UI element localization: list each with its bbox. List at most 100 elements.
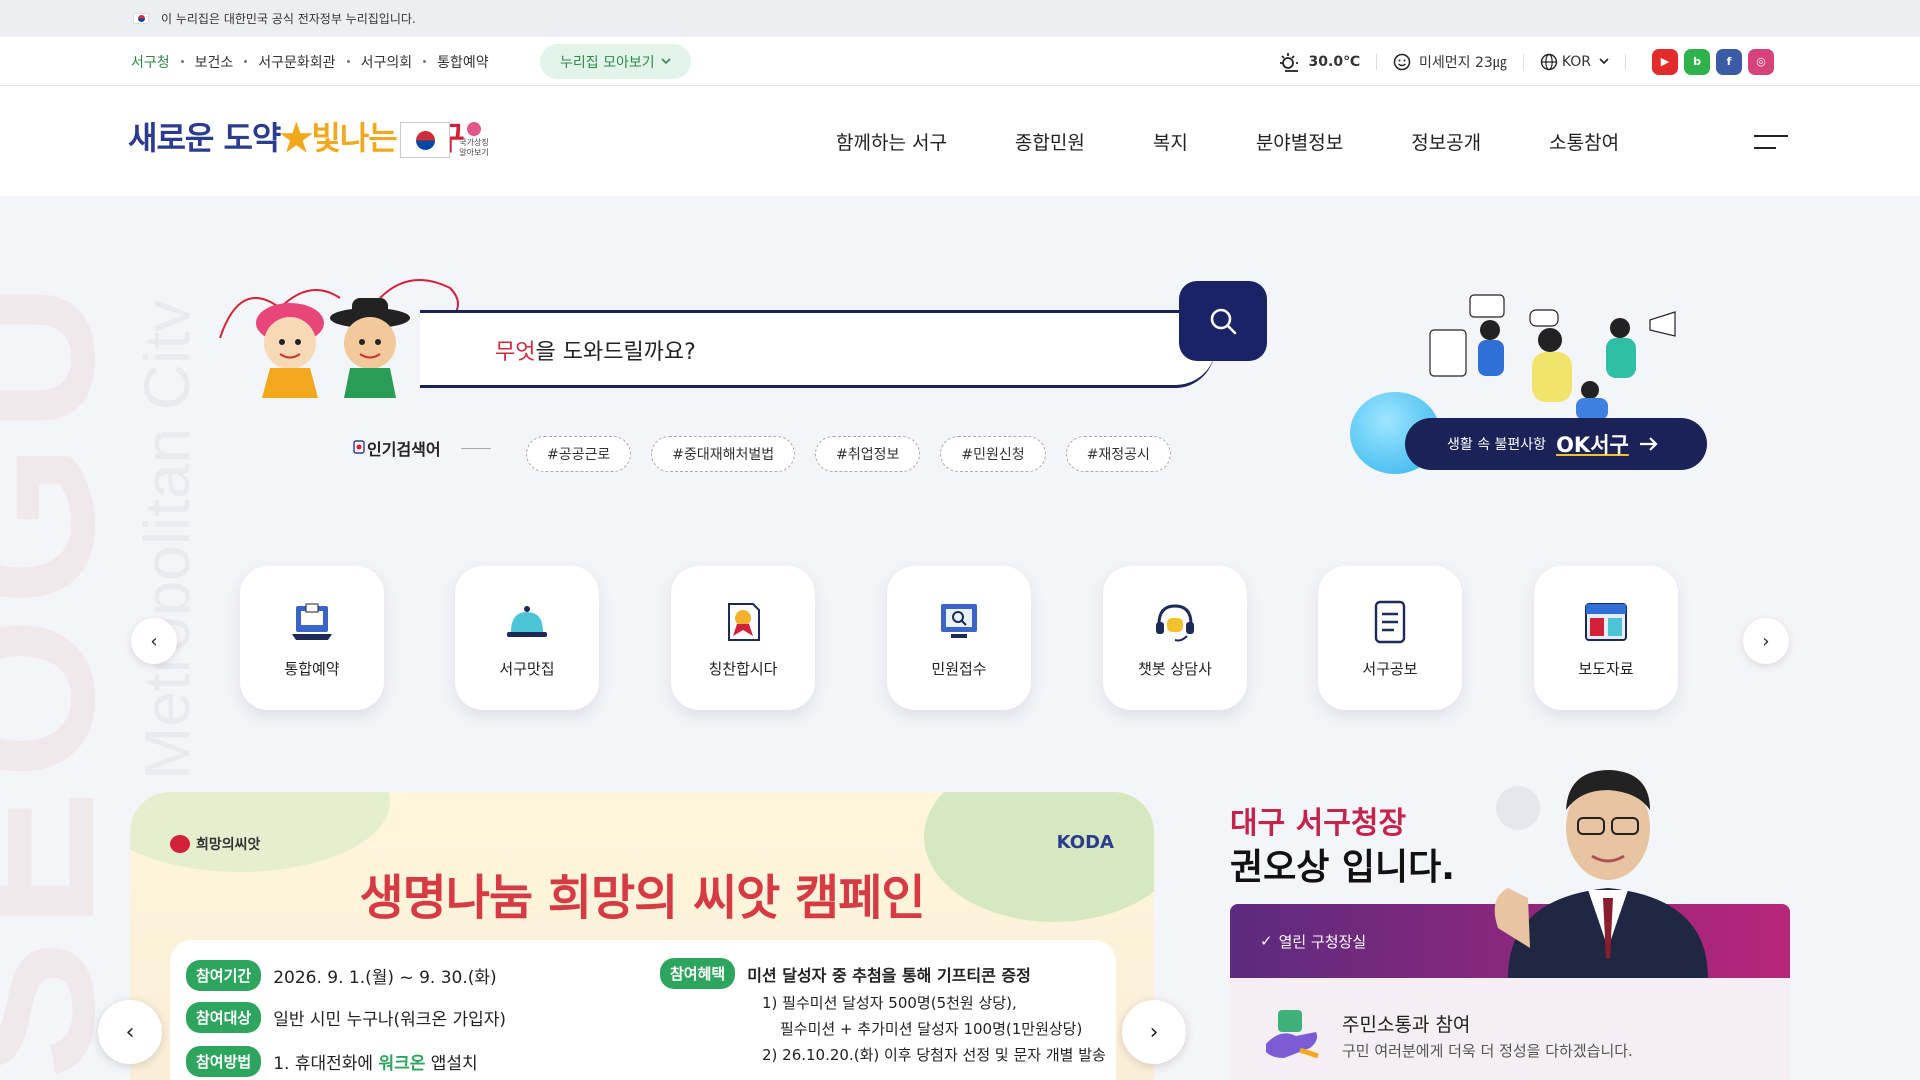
facebook-icon[interactable]: f — [1716, 48, 1742, 75]
nav-field-info[interactable]: 분야별정보 — [1256, 128, 1343, 155]
quick-menu-label: 챗봇 상담사 — [1138, 659, 1212, 678]
mayor-portrait — [1494, 770, 1708, 978]
target-text: 일반 시민 누구나(워크온 가입자) — [273, 1010, 506, 1030]
smile-face-icon — [1393, 53, 1411, 70]
watermark-seogu: SEOGU — [0, 271, 138, 1080]
divider — [1522, 53, 1524, 70]
quick-menu-label: 서구맛집 — [499, 659, 555, 678]
divider — [1625, 53, 1626, 70]
utility-right: 30.0℃ 미세먼지 23㎍ KOR ▶ b f ◎ — [1277, 37, 1774, 86]
chevron-left-icon: ‹ — [125, 1019, 135, 1045]
nav-info-disclosure[interactable]: 정보공개 — [1411, 128, 1481, 155]
search-tag[interactable]: #공공근로 — [526, 436, 632, 472]
nav-together-seogu[interactable]: 함께하는 서구 — [836, 128, 947, 155]
search-tag[interactable]: #재정공시 — [1065, 436, 1171, 472]
search-tag[interactable]: #취업정보 — [815, 436, 921, 472]
search-input[interactable]: 무엇을 도와드릴까요? — [495, 334, 696, 366]
press-icon — [1585, 602, 1627, 641]
nav-civil-service[interactable]: 종합민원 — [1015, 128, 1085, 155]
quick-menu-next-button[interactable]: › — [1743, 618, 1789, 664]
logo-part: 빛나는 — [311, 119, 407, 157]
nav-participation[interactable]: 소통참여 — [1549, 128, 1619, 155]
laptop-icon — [292, 603, 332, 640]
national-symbol-text: 국가상징 알아보기 — [459, 138, 489, 157]
cloche-icon — [507, 605, 547, 637]
quick-menu-chatbot[interactable]: 챗봇 상담사 — [1103, 566, 1247, 710]
banner-next-button[interactable]: › — [1122, 1000, 1186, 1064]
dust-text: 미세먼지 23㎍ — [1419, 54, 1507, 71]
period-pill: 참여기간 — [186, 960, 262, 991]
quick-menu-prev-button[interactable]: ‹ — [131, 618, 177, 664]
link-reservation[interactable]: 통합예약 — [437, 52, 489, 72]
language-select[interactable]: KOR — [1562, 54, 1591, 70]
hope-seed-logo: 희망의씨앗 — [170, 834, 260, 854]
benefit-line: 1) 필수미션 달성자 500명(5천원 상당), — [762, 994, 1017, 1012]
logo-part: 도약 — [223, 119, 281, 157]
national-symbol-link[interactable]: 국가상징 알아보기 — [400, 122, 492, 158]
popular-search: 인기검색어 — [353, 436, 513, 460]
quick-menu-reservation[interactable]: 통합예약 — [240, 566, 384, 710]
campaign-info-card: 참여기간 2026. 9. 1.(월) ~ 9. 30.(화) 참여대상 일반 … — [170, 940, 1116, 1080]
menu-icon[interactable] — [1754, 132, 1788, 152]
link-culture-hall[interactable]: 서구문화회관 — [258, 52, 335, 72]
quick-menu-label: 민원접수 — [931, 659, 987, 678]
resident-communication-panel[interactable]: 주민소통과 참여 구민 여러분에게 더욱 더 정성을 다하겠습니다. — [1230, 978, 1790, 1080]
campaign-benefit-row: 참여혜택 미션 달성자 중 추첨을 통해 기프티콘 증정 — [660, 958, 1031, 989]
quick-menu-label: 통합예약 — [284, 659, 340, 678]
nuri-collection-button[interactable]: 누리집 모아보기 — [540, 44, 691, 79]
benefit-pill: 참여혜택 — [660, 958, 736, 989]
search-tag[interactable]: #중대재해처벌법 — [651, 436, 796, 472]
instagram-icon[interactable]: ◎ — [1748, 48, 1774, 75]
chevron-down-icon — [661, 58, 671, 65]
search-tag[interactable]: #민원신청 — [940, 436, 1046, 472]
search-label-highlight: 무엇 — [495, 340, 536, 365]
link-health-center[interactable]: 보건소 — [195, 52, 234, 72]
gov-banner-text: 이 누리집은 대한민국 공식 전자정부 누리집입니다. — [161, 12, 416, 26]
korea-flag-icon — [400, 122, 450, 158]
chevron-down-icon — [1599, 58, 1609, 65]
watermark-metropolitan: Metropolitan City — [131, 299, 190, 780]
hope-seed-logo-text: 희망의씨앗 — [196, 837, 261, 853]
utility-bar: 서구청 보건소 서구문화회관 서구의회 통합예약 누리집 모아보기 30.0℃ … — [0, 37, 1920, 86]
nav-welfare[interactable]: 복지 — [1153, 128, 1188, 155]
quick-menu-praise[interactable]: 칭찬합시다 — [671, 566, 815, 710]
link-council[interactable]: 서구의회 — [361, 52, 413, 72]
logo-part: 새로운 — [128, 119, 224, 157]
quick-menu-press[interactable]: 보도자료 — [1534, 566, 1678, 710]
campaign-target-row: 참여대상 일반 시민 누구나(워크온 가입자) — [186, 1002, 506, 1033]
chevron-right-icon: › — [1762, 630, 1770, 652]
arrow-right-icon — [1639, 437, 1658, 451]
link-seogu-office[interactable]: 서구청 — [131, 52, 170, 72]
campaign-banner[interactable]: 희망의씨앗 KODA 생명나눔 희망의 씨앗 캠페인 참여기간 2026. 9.… — [130, 792, 1154, 1080]
community-illustration — [1429, 294, 1676, 420]
search-icon — [1210, 308, 1237, 335]
main-navigation: 함께하는 서구 종합민원 복지 분야별정보 정보공개 소통참여 — [836, 86, 1619, 196]
monitor-search-icon — [941, 603, 977, 638]
sns-links: ▶ b f ◎ — [1652, 48, 1774, 75]
quick-menu-label: 칭찬합시다 — [708, 659, 778, 678]
flag-badge-icon — [353, 440, 365, 454]
benefit-line: 2) 26.10.20.(화) 이후 당첨자 선정 및 문자 개별 발송 — [762, 1046, 1106, 1064]
weather-sun-icon — [1279, 52, 1298, 72]
communication-text: 구민 여러분에게 더욱 더 정성을 다하겠습니다. — [1342, 1042, 1633, 1060]
check-icon: ✓ — [1260, 932, 1273, 950]
campaign-period-row: 참여기간 2026. 9. 1.(월) ~ 9. 30.(화) — [186, 960, 497, 991]
separator-dot — [423, 60, 427, 63]
quick-menu-civil-complaint[interactable]: 민원접수 — [887, 566, 1031, 710]
banner-prev-button[interactable]: ‹ — [98, 1000, 162, 1064]
award-icon — [728, 602, 760, 641]
national-symbol-label: 국가상징 알아보기 — [456, 122, 492, 158]
blog-icon[interactable]: b — [1684, 48, 1710, 75]
search-button[interactable] — [1179, 281, 1267, 361]
hand-heart-icon — [1266, 1010, 1319, 1059]
site-header: 새로운 도약★빛나는 서구 국가상징 알아보기 함께하는 서구 종합민원 복지 … — [0, 86, 1920, 196]
quick-menu-gazette[interactable]: 서구공보 — [1318, 566, 1462, 710]
popular-tags: #공공근로 #중대재해처벌법 #취업정보 #민원신청 #재정공시 — [526, 436, 1171, 472]
youtube-icon[interactable]: ▶ — [1652, 48, 1678, 75]
quick-menu-restaurant[interactable]: 서구맛집 — [455, 566, 599, 710]
star-icon: ★ — [280, 119, 312, 157]
separator-dot — [180, 60, 184, 63]
separator-dot — [346, 60, 350, 63]
temperature-text: 30.0℃ — [1308, 53, 1361, 70]
ok-seogu-banner[interactable]: 생활 속 불편사항 OK서구 — [1405, 418, 1707, 470]
